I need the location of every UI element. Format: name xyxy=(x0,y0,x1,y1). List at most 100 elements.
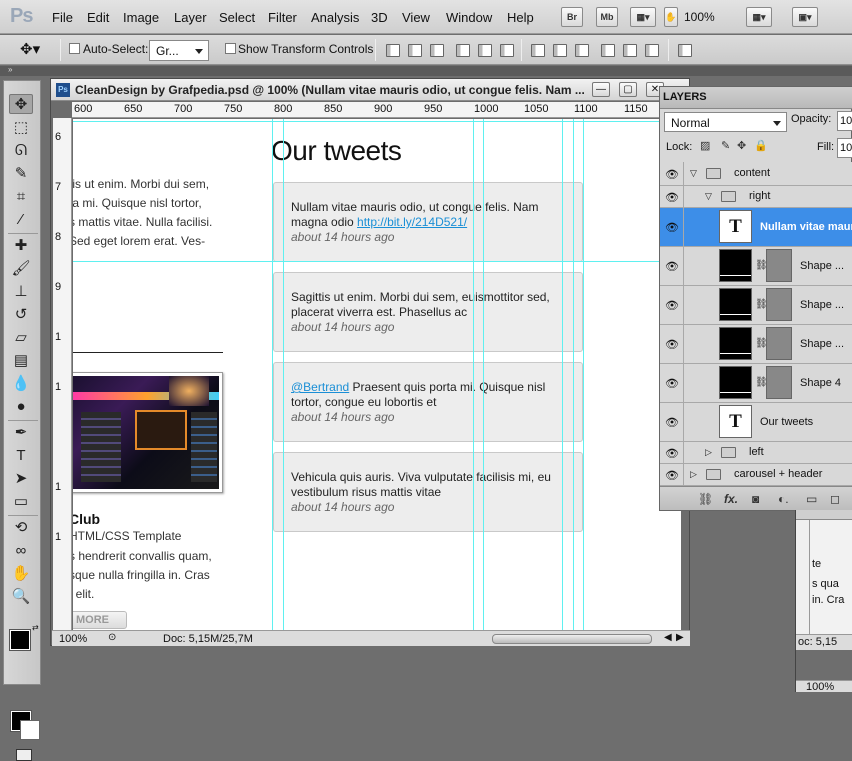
crop-tool-icon[interactable]: ⌗ xyxy=(9,187,33,207)
lasso-tool-icon[interactable]: ᘏ xyxy=(9,141,33,161)
move-tool-icon[interactable]: ✥▾ xyxy=(20,40,40,58)
layer-row[interactable]: 👁 T Our tweets xyxy=(660,403,852,442)
fill-field[interactable]: 100% xyxy=(837,138,852,158)
align-left-icon[interactable] xyxy=(456,44,470,57)
chevron-down-icon[interactable]: ▽ xyxy=(690,168,697,179)
move-tool-icon[interactable]: ✥ xyxy=(9,94,33,114)
eye-icon[interactable]: 👁 xyxy=(664,191,680,204)
layer-row[interactable]: 👁 ▷ carousel + header xyxy=(660,464,852,486)
history-brush-tool-icon[interactable]: ↺ xyxy=(9,305,33,325)
chevron-right-icon[interactable]: ▷ xyxy=(705,447,712,458)
layer-row[interactable]: 👁 ⛓ Shape ... xyxy=(660,247,852,286)
dodge-tool-icon[interactable]: ● xyxy=(9,397,33,417)
lock-position-icon[interactable]: ✥ xyxy=(737,141,748,152)
tweet-handle-link[interactable]: @Bertrand xyxy=(291,380,349,394)
add-mask-icon[interactable]: ◙ xyxy=(752,492,759,506)
menu-window[interactable]: Window xyxy=(446,10,492,25)
lock-all-icon[interactable]: 🔒 xyxy=(754,141,768,152)
quick-select-tool-icon[interactable]: ✎ xyxy=(9,164,33,184)
chevron-right-icon[interactable]: ▷ xyxy=(690,469,697,480)
layer-row[interactable]: 👁 ▽ right xyxy=(660,186,852,208)
status-zoom[interactable]: 100% xyxy=(59,633,87,645)
align-top-icon[interactable] xyxy=(386,44,400,57)
layer-row[interactable]: 👁 ▷ left xyxy=(660,442,852,464)
layer-visibility[interactable]: 👁 xyxy=(660,403,684,441)
menu-help[interactable]: Help xyxy=(507,10,534,25)
document-titlebar[interactable]: Ps CleanDesign by Grafpedia.psd @ 100% (… xyxy=(51,79,689,101)
layer-visibility[interactable]: 👁 xyxy=(660,247,684,285)
foreground-color-swatch[interactable] xyxy=(9,629,31,651)
show-transform-checkbox[interactable] xyxy=(225,43,236,54)
clone-stamp-tool-icon[interactable]: ⊥ xyxy=(9,282,33,302)
layers-tab[interactable]: LAYERS xyxy=(663,91,707,103)
layer-row[interactable]: 👁 ⛓ Shape ... xyxy=(660,286,852,325)
lock-pixels-icon[interactable]: ✎ xyxy=(721,141,732,152)
distribute-vcenter-icon[interactable] xyxy=(553,44,567,57)
horizontal-scrollbar[interactable] xyxy=(492,634,652,644)
layer-row[interactable]: 👁 ⛓ Shape ... xyxy=(660,325,852,364)
new-group-icon[interactable]: ▭ xyxy=(806,492,817,506)
auto-select-checkbox[interactable] xyxy=(69,43,80,54)
menu-filter[interactable]: Filter xyxy=(268,10,297,25)
blur-tool-icon[interactable]: 💧 xyxy=(9,374,33,394)
second-document-window[interactable]: te s qua in. Cra oc: 5,15 100% xyxy=(795,510,852,693)
opacity-field[interactable]: 100% xyxy=(837,111,852,131)
distribute-hcenter-icon[interactable] xyxy=(623,44,637,57)
menu-layer[interactable]: Layer xyxy=(174,10,207,25)
scroll-right-arrow-icon[interactable]: ▶ xyxy=(676,632,684,643)
zoom-level-dropdown[interactable]: 100% xyxy=(684,10,715,24)
align-right-icon[interactable] xyxy=(500,44,514,57)
align-vcenter-icon[interactable] xyxy=(408,44,422,57)
tweet-link[interactable]: http://bit.ly/214D521/ xyxy=(357,215,467,229)
pen-tool-icon[interactable]: ✒ xyxy=(9,423,33,443)
healing-brush-tool-icon[interactable]: ✚ xyxy=(9,236,33,256)
background-color-swatch[interactable] xyxy=(20,720,40,740)
layer-row[interactable]: 👁 ▽ content xyxy=(660,162,852,186)
marquee-tool-icon[interactable]: ⬚ xyxy=(9,118,33,138)
3d-orbit-tool-icon[interactable]: ∞ xyxy=(9,541,33,561)
layer-visibility[interactable]: 👁 xyxy=(660,162,684,185)
eye-icon[interactable]: 👁 xyxy=(664,377,680,390)
status-menu-icon[interactable]: ⊙ xyxy=(108,632,116,643)
path-select-tool-icon[interactable]: ➤ xyxy=(9,469,33,489)
auto-select-dropdown[interactable]: Gr... xyxy=(149,40,209,61)
menu-select[interactable]: Select xyxy=(219,10,255,25)
eye-icon[interactable]: 👁 xyxy=(664,416,680,429)
eye-icon[interactable]: 👁 xyxy=(664,299,680,312)
frame-view-icon[interactable]: ▦▾ xyxy=(630,7,656,27)
layer-visibility[interactable]: 👁 xyxy=(660,208,684,246)
eye-icon[interactable]: 👁 xyxy=(664,221,680,234)
eye-icon[interactable]: 👁 xyxy=(664,260,680,273)
gradient-tool-icon[interactable]: ▤ xyxy=(9,351,33,371)
new-layer-icon[interactable]: ◻ xyxy=(830,492,840,506)
zoom-tool-icon[interactable]: 🔍 xyxy=(9,587,33,607)
document-canvas[interactable]: tis ut enim. Morbi dui sem, ta mi. Quisq… xyxy=(73,119,681,630)
layer-row-selected[interactable]: 👁 T Nullam vitae mauris odio xyxy=(660,208,852,247)
3d-rotate-tool-icon[interactable]: ⟲ xyxy=(9,518,33,538)
layer-visibility[interactable]: 👁 xyxy=(660,186,684,207)
adjustment-layer-icon[interactable]: ◐. xyxy=(778,492,789,506)
arrange-documents-icon[interactable]: ▦▾ xyxy=(746,7,772,27)
bridge-button[interactable]: Br xyxy=(561,7,583,27)
eraser-tool-icon[interactable]: ▱ xyxy=(9,328,33,348)
scroll-left-arrow-icon[interactable]: ◀ xyxy=(664,632,672,643)
eye-icon[interactable]: 👁 xyxy=(664,168,680,181)
type-tool-icon[interactable]: T xyxy=(9,446,33,466)
eye-icon[interactable]: 👁 xyxy=(664,338,680,351)
blend-mode-dropdown[interactable]: Normal xyxy=(664,112,787,132)
swap-colors-icon[interactable]: ⇄ xyxy=(32,623,39,632)
quick-mask-icon[interactable] xyxy=(16,749,32,761)
link-layers-icon[interactable]: ⛓ xyxy=(698,492,713,506)
menu-file[interactable]: File xyxy=(52,10,73,25)
shape-tool-icon[interactable]: ▭ xyxy=(9,492,33,512)
hand-tool-icon[interactable]: ✋ xyxy=(9,564,33,584)
layer-visibility[interactable]: 👁 xyxy=(660,442,684,463)
eye-icon[interactable]: 👁 xyxy=(664,469,680,482)
distribute-top-icon[interactable] xyxy=(531,44,545,57)
menu-analysis[interactable]: Analysis xyxy=(311,10,359,25)
minimize-icon[interactable]: — xyxy=(592,82,610,97)
screen-mode-icon[interactable]: ▣▾ xyxy=(792,7,818,27)
layer-visibility[interactable]: 👁 xyxy=(660,325,684,363)
menu-image[interactable]: Image xyxy=(123,10,159,25)
layer-visibility[interactable]: 👁 xyxy=(660,286,684,324)
